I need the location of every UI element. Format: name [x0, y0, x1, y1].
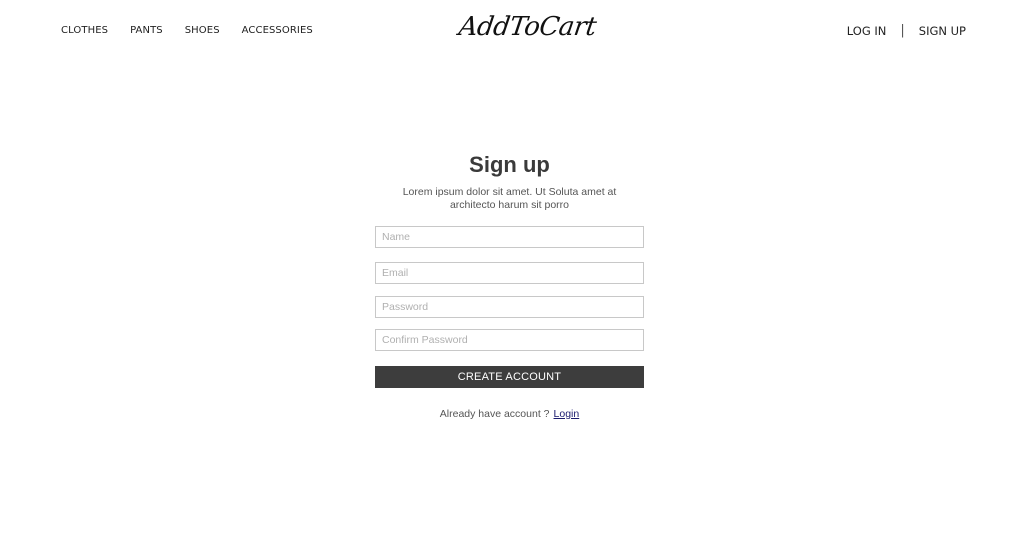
nav-item-pants[interactable]: PANTS: [130, 25, 163, 36]
name-field[interactable]: [375, 226, 644, 248]
site-header: CLOTHES PANTS SHOES ACCESSORIES AddToCar…: [0, 0, 1034, 62]
nav-item-shoes[interactable]: SHOES: [185, 25, 220, 36]
category-nav: CLOTHES PANTS SHOES ACCESSORIES: [61, 25, 313, 36]
login-prompt-text: Already have account ?: [439, 408, 550, 420]
login-link-header[interactable]: LOG IN: [847, 24, 887, 38]
login-prompt: Already have account ? Login: [375, 408, 644, 420]
login-link[interactable]: Login: [554, 408, 580, 420]
confirm-password-field[interactable]: [375, 329, 644, 351]
signup-form: Sign up Lorem ipsum dolor sit amet. Ut S…: [375, 150, 644, 420]
signup-page: CLOTHES PANTS SHOES ACCESSORIES AddToCar…: [0, 0, 1034, 547]
password-field[interactable]: [375, 296, 644, 318]
nav-separator: |: [900, 23, 905, 38]
nav-item-clothes[interactable]: CLOTHES: [61, 25, 108, 36]
email-field[interactable]: [375, 262, 644, 284]
account-nav: LOG IN | SIGN UP: [847, 23, 966, 38]
site-logo[interactable]: AddToCart: [457, 12, 598, 42]
page-title: Sign up: [469, 152, 550, 177]
create-account-button[interactable]: CREATE ACCOUNT: [375, 366, 644, 388]
signup-link-header[interactable]: SIGN UP: [919, 24, 966, 38]
nav-item-accessories[interactable]: ACCESSORIES: [242, 25, 313, 36]
page-subtitle: Lorem ipsum dolor sit amet. Ut Soluta am…: [402, 186, 617, 211]
